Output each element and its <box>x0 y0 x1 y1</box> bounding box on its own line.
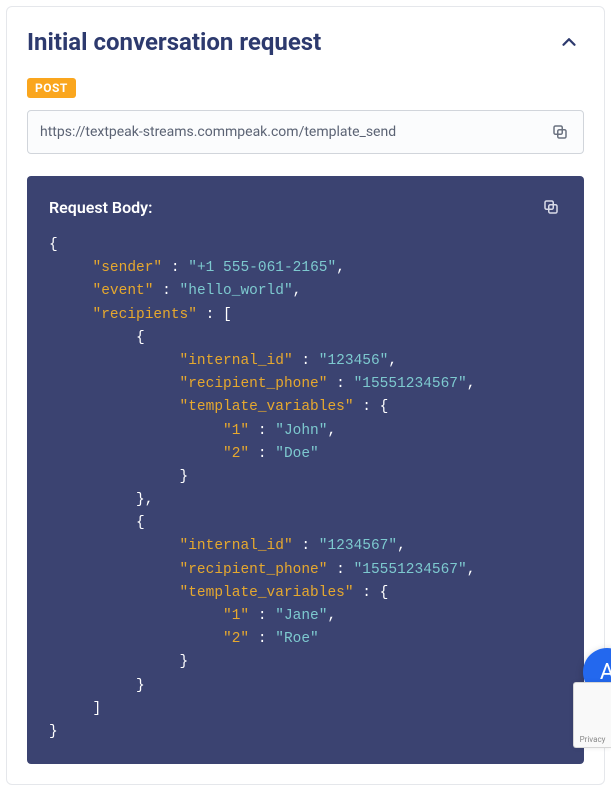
endpoint-url: https://textpeak-streams.commpeak.com/te… <box>40 124 549 140</box>
request-body-code: { "sender" : "+1 555-061-2165", "event" … <box>49 234 562 744</box>
chevron-up-icon <box>558 31 580 53</box>
api-request-card: Initial conversation request POST https:… <box>6 6 605 785</box>
recaptcha-badge: Privacy <box>573 682 611 748</box>
request-body-panel: Request Body: { "sender" : "+1 555-061-2… <box>27 176 584 764</box>
collapse-toggle[interactable] <box>554 27 584 57</box>
copy-icon <box>542 198 560 216</box>
section-header: Initial conversation request <box>27 27 584 57</box>
copy-icon <box>551 123 569 141</box>
copy-url-button[interactable] <box>549 121 571 143</box>
request-body-label: Request Body: <box>49 198 152 217</box>
triangle-a-icon: A <box>600 660 611 685</box>
endpoint-url-box: https://textpeak-streams.commpeak.com/te… <box>27 110 584 154</box>
code-panel-header: Request Body: <box>49 196 562 218</box>
http-method-badge: POST <box>27 78 76 98</box>
section-title: Initial conversation request <box>27 28 321 56</box>
recaptcha-privacy-label: Privacy <box>580 735 606 744</box>
copy-body-button[interactable] <box>540 196 562 218</box>
